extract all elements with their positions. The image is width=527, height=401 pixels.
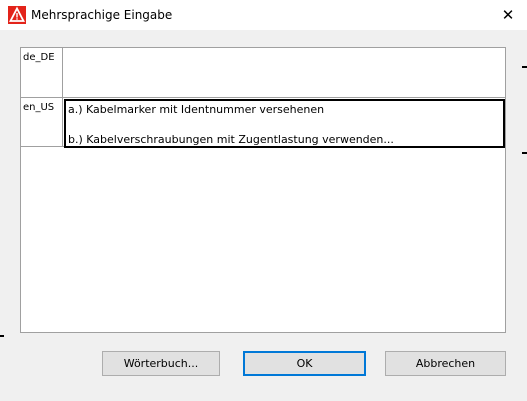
close-icon: ✕ [501,6,515,24]
table-row: de_DE [21,48,505,98]
language-code: de_DE [23,52,55,63]
translation-line: a.) Kabelmarker mit Identnummer versehen… [68,103,325,116]
translation-field[interactable]: a.) Kabelmarker mit Identnummer versehen… [63,98,505,148]
cancel-button[interactable]: Abbrechen [385,351,506,376]
language-cell: de_DE [21,48,63,97]
close-button[interactable]: ✕ [493,1,523,29]
background-window-edge [522,66,527,68]
title-bar: Mehrsprachige Eingabe ✕ [0,0,527,30]
dictionary-button[interactable]: Wörterbuch... [102,351,220,376]
language-code: en_US [23,102,55,113]
app-warning-icon [8,6,26,24]
ok-button[interactable]: OK [243,351,366,376]
language-cell: en_US [21,98,63,146]
translation-line: b.) Kabelverschraubungen mit Zugentlastu… [68,133,394,146]
multilingual-input-dialog: Mehrsprachige Eingabe ✕ de_DE en_US a.) … [0,0,527,401]
language-grid: de_DE en_US a.) Kabelmarker mit Identnum… [20,47,506,333]
translation-editor[interactable]: a.) Kabelmarker mit Identnummer versehen… [64,99,505,148]
background-window-edge [522,152,527,154]
table-row: en_US a.) Kabelmarker mit Identnummer ve… [21,98,505,148]
window-title: Mehrsprachige Eingabe [31,8,173,22]
background-window-edge [0,335,4,337]
translation-field[interactable] [63,48,505,97]
